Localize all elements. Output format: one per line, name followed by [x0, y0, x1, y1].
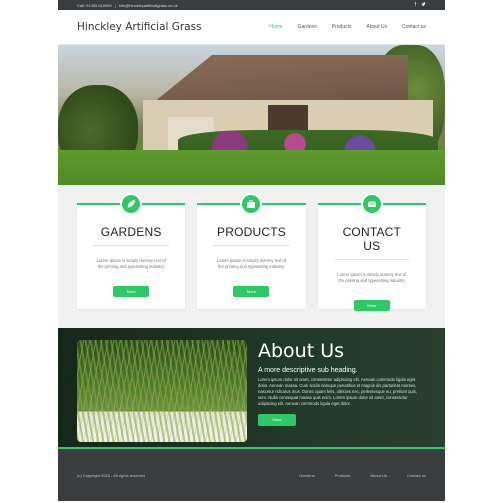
nav-home[interactable]: Home	[269, 24, 282, 30]
features-section: GARDENS Lorem Ipsum is simply dummy text…	[58, 185, 445, 328]
top-bar: Call: 01455 610990 | info@hinckleyartifi…	[58, 0, 445, 10]
feature-card-products: PRODUCTS Lorem Ipsum is simply dummy tex…	[197, 193, 306, 309]
briefcase-icon	[240, 193, 263, 215]
about-content: About Us A more descriptive sub heading.…	[258, 340, 426, 426]
twitter-icon[interactable]	[421, 1, 426, 9]
facebook-icon[interactable]: f	[415, 2, 416, 9]
main-nav: Home Gardens Products About Us Contact u…	[269, 24, 426, 30]
about-more-button[interactable]: More	[258, 414, 296, 426]
feature-text: Lorem Ipsum is simply dummy text of the …	[96, 258, 166, 269]
footer-nav: Gardens Products About Us Contact us	[299, 473, 426, 478]
page: Call: 01455 610990 | info@hinckleyartifi…	[58, 0, 445, 503]
envelope-icon	[360, 193, 383, 215]
email-link[interactable]: info@hinckleyartificialgrass.co.uk	[119, 3, 178, 8]
contact-more-button[interactable]: More	[353, 300, 390, 311]
leaf-icon	[120, 193, 143, 215]
feature-title: PRODUCTS	[213, 225, 290, 246]
products-more-button[interactable]: More	[233, 286, 270, 297]
social-links: f	[415, 2, 426, 9]
main-header: Hinckley Artificial Grass Home Gardens P…	[58, 10, 445, 45]
nav-gardens[interactable]: Gardens	[298, 24, 317, 30]
hero-lawn	[58, 150, 445, 185]
feature-text: Lorem Ipsum is simply dummy text of the …	[337, 272, 407, 283]
site-logo[interactable]: Hinckley Artificial Grass	[77, 21, 202, 33]
top-contact: Call: 01455 610990 | info@hinckleyartifi…	[77, 3, 178, 8]
feature-text: Lorem Ipsum is simply dummy text of the …	[216, 258, 287, 269]
feature-card-gardens: GARDENS Lorem Ipsum is simply dummy text…	[77, 193, 186, 309]
gardens-more-button[interactable]: More	[113, 286, 150, 297]
nav-contact-us[interactable]: Contact us	[402, 24, 426, 30]
footer-link-about-us[interactable]: About Us	[370, 473, 386, 478]
hero-image	[58, 45, 445, 185]
hero-house-roof	[150, 55, 408, 105]
nav-products[interactable]: Products	[332, 24, 352, 30]
footer-link-contact-us[interactable]: Contact us	[407, 473, 426, 478]
feature-title: GARDENS	[93, 225, 170, 246]
separator: |	[114, 2, 116, 8]
about-section: About Us A more descriptive sub heading.…	[58, 328, 445, 449]
footer: (c) Copyright 2015 - All rights reserved…	[58, 449, 445, 501]
about-body: Lorem ipsum dolor sit amet, consectetur …	[258, 377, 417, 406]
footer-link-products[interactable]: Products	[335, 473, 351, 478]
footer-link-gardens[interactable]: Gardens	[299, 473, 314, 478]
nav-about-us[interactable]: About Us	[367, 24, 388, 30]
about-subtitle: A more descriptive sub heading.	[258, 367, 358, 374]
phone-number: Call: 01455 610990	[77, 2, 112, 8]
feature-title: CONTACT US	[333, 225, 410, 260]
feature-card-contact: CONTACT US Lorem Ipsum is simply dummy t…	[317, 193, 426, 311]
about-title: About Us	[258, 340, 345, 362]
artificial-grass-image	[77, 340, 247, 442]
copyright: (c) Copyright 2015 - All rights reserved	[77, 472, 146, 478]
